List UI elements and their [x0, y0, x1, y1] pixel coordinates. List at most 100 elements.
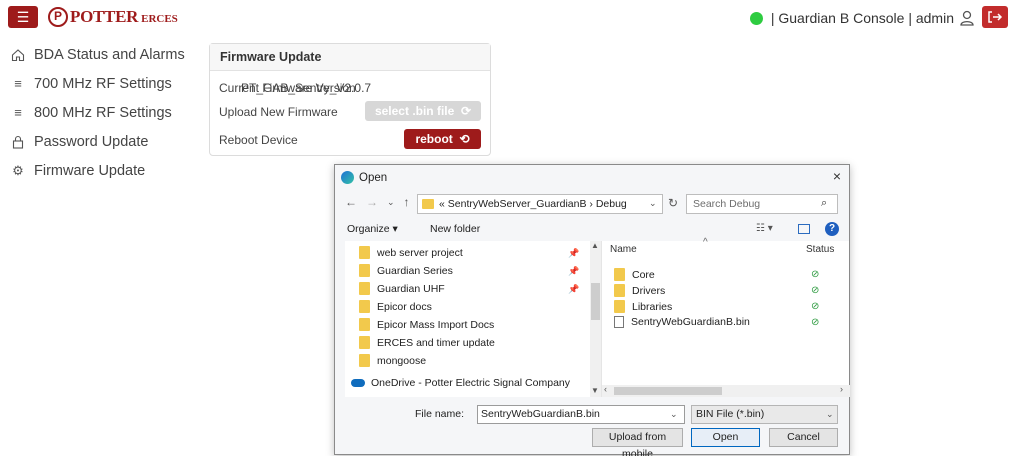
nav-item-label: Guardian Series — [377, 264, 453, 277]
sort-indicator-icon: ^ — [703, 237, 708, 248]
reboot-label: reboot — [415, 132, 453, 146]
view-options-icon[interactable]: ☷ ▾ — [756, 223, 773, 234]
back-arrow-icon[interactable]: ← — [345, 195, 357, 209]
file-row[interactable]: Core — [614, 268, 655, 281]
breadcrumb-prefix: « — [439, 198, 445, 210]
scroll-left-icon[interactable]: ‹ — [604, 384, 607, 394]
edge-icon — [341, 171, 354, 184]
navigation-pane: web server project 📌 Guardian Series 📌 G… — [345, 241, 601, 397]
sidebar-item-firmware[interactable]: ⚙ Firmware Update — [10, 156, 190, 185]
address-bar[interactable]: « SentryWebServer_GuardianB › Debug — [417, 194, 663, 214]
pin-icon: 📌 — [568, 248, 580, 258]
logout-button[interactable] — [982, 6, 1008, 28]
file-name: Libraries — [632, 300, 673, 313]
refresh-icon[interactable]: ↻ — [668, 196, 678, 210]
sidebar-item-800mhz[interactable]: ≡ 800 MHz RF Settings — [10, 98, 190, 127]
upload-from-mobile-button[interactable]: Upload from mobile — [592, 428, 683, 456]
upload-firmware-label: Upload New Firmware — [219, 105, 338, 119]
breadcrumb-separator: › — [589, 198, 593, 210]
folder-icon — [359, 354, 370, 367]
pin-icon: 📌 — [568, 284, 580, 294]
forward-arrow-icon[interactable]: → — [366, 195, 378, 209]
list-icon: ≡ — [14, 105, 22, 120]
menu-button[interactable]: ☰ — [8, 6, 38, 28]
breadcrumb-parent[interactable]: SentryWebServer_GuardianB — [448, 198, 587, 210]
sidebar-item-password[interactable]: Password Update — [10, 127, 190, 156]
address-dropdown-icon[interactable]: ⌄ — [649, 198, 657, 209]
open-file-dialog: Open × ← → ⌄ ↑ « SentryWebServer_Guardia… — [334, 164, 850, 456]
firmware-card-title: Firmware Update — [210, 44, 490, 71]
nav-item[interactable]: mongoose — [359, 354, 426, 367]
nav-item-label: ERCES and timer update — [377, 336, 495, 349]
sidebar-item-700mhz[interactable]: ≡ 700 MHz RF Settings — [10, 69, 190, 98]
nav-buttons: ← → ⌄ ↑ — [345, 195, 410, 209]
sidebar-item-bda-status[interactable]: BDA Status and Alarms — [10, 40, 190, 69]
dialog-titlebar: Open — [341, 171, 387, 184]
organize-button[interactable]: Organize ▾ — [347, 223, 398, 235]
sidebar-item-label: 800 MHz RF Settings — [34, 104, 172, 121]
search-icon: ⌕ — [821, 197, 828, 209]
status-text: | Guardian B Console | admin — [770, 10, 954, 26]
breadcrumb-current[interactable]: Debug — [596, 198, 627, 210]
open-button[interactable]: Open — [691, 428, 760, 447]
folder-icon — [614, 300, 625, 313]
file-row[interactable]: Drivers — [614, 284, 665, 297]
scroll-thumb[interactable] — [591, 283, 600, 320]
help-icon[interactable]: ? — [825, 222, 839, 236]
nav-item[interactable]: Guardian Series — [359, 264, 453, 277]
nav-item[interactable]: Guardian UHF — [359, 282, 445, 295]
nav-item-label: mongoose — [377, 354, 427, 367]
file-type-dropdown-icon[interactable]: ⌄ — [826, 409, 834, 420]
sidebar-item-label: Firmware Update — [34, 162, 146, 179]
column-header-name[interactable]: Name — [610, 244, 637, 255]
nav-item[interactable]: Epicor docs — [359, 300, 432, 313]
refresh-icon: ⟳ — [457, 104, 472, 118]
nav-item[interactable]: Epicor Mass Import Docs — [359, 318, 494, 331]
scroll-down-icon[interactable]: ▼ — [591, 386, 599, 395]
folder-icon — [422, 199, 434, 209]
column-header-status[interactable]: Status — [806, 244, 834, 255]
nav-item[interactable]: ERCES and timer update — [359, 336, 495, 349]
nav-item-onedrive[interactable]: OneDrive - Potter Electric Signal Compan… — [351, 377, 570, 389]
folder-icon — [359, 282, 370, 295]
folder-icon — [614, 268, 625, 281]
user-icon[interactable] — [960, 10, 974, 26]
preview-pane-icon[interactable] — [798, 224, 810, 234]
cancel-button[interactable]: Cancel — [769, 428, 838, 447]
reboot-device-label: Reboot Device — [219, 133, 298, 147]
folder-icon — [614, 284, 625, 297]
nav-item-label: Epicor docs — [377, 300, 432, 313]
select-bin-button[interactable]: select .bin file ⟳ — [365, 101, 481, 121]
folder-icon — [359, 246, 370, 259]
file-row[interactable]: SentryWebGuardianB.bin — [614, 316, 750, 328]
new-folder-button[interactable]: New folder — [430, 223, 480, 235]
file-row[interactable]: Libraries — [614, 300, 672, 313]
nav-item-label: Epicor Mass Import Docs — [377, 318, 495, 331]
scroll-right-icon[interactable]: › — [840, 384, 843, 394]
nav-item[interactable]: web server project — [359, 246, 463, 259]
hamburger-icon: ☰ — [16, 9, 30, 25]
file-name-input[interactable]: SentryWebGuardianB.bin — [477, 405, 685, 424]
reboot-button[interactable]: reboot ⟲ — [404, 129, 481, 149]
logo-mark: P — [48, 7, 68, 27]
search-input[interactable]: Search Debug — [686, 194, 838, 214]
file-icon — [614, 316, 624, 328]
pin-icon: 📌 — [568, 266, 580, 276]
file-name-dropdown-icon[interactable]: ⌄ — [670, 409, 678, 420]
sidebar-item-label: 700 MHz RF Settings — [34, 75, 172, 92]
close-icon[interactable]: × — [833, 168, 841, 184]
dialog-toolbar: Organize ▾ New folder ☷ ▾ ? — [335, 219, 849, 241]
up-arrow-icon[interactable]: ↑ — [404, 195, 410, 209]
header-status: | Guardian B Console | admin — [749, 8, 974, 28]
scroll-thumb[interactable] — [614, 387, 722, 395]
sync-status-icon: ⊘ — [811, 301, 820, 312]
file-name: Drivers — [632, 284, 666, 297]
nav-scrollbar[interactable]: ▲ ▼ — [590, 241, 601, 397]
recent-chevron-icon[interactable]: ⌄ — [387, 197, 395, 209]
sync-status-icon: ⊘ — [811, 285, 820, 296]
file-name: Core — [632, 268, 655, 281]
lock-icon — [10, 134, 26, 150]
scroll-up-icon[interactable]: ▲ — [591, 241, 599, 250]
file-type-select[interactable]: BIN File (*.bin) — [691, 405, 838, 424]
file-scrollbar[interactable]: ‹ › — [602, 384, 850, 397]
